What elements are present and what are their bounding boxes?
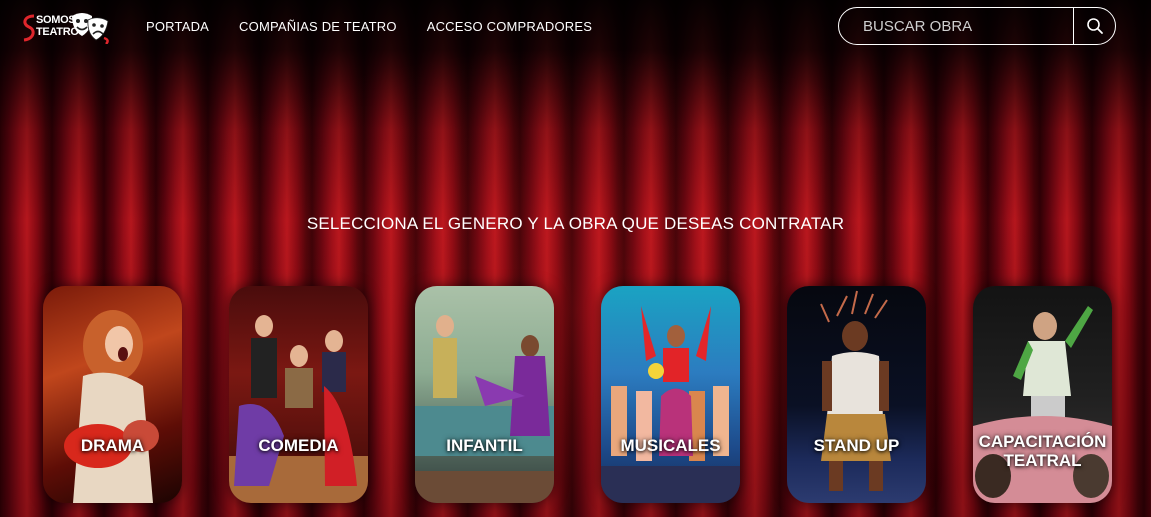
infantil-photo bbox=[415, 315, 554, 503]
genre-card-stand-up[interactable]: STAND UP bbox=[787, 286, 926, 503]
nav-link-portada[interactable]: PORTADA bbox=[146, 19, 209, 34]
genre-label: STAND UP bbox=[813, 436, 900, 455]
somos-teatro-logo[interactable]: SOMOS TEATRO bbox=[20, 10, 112, 44]
genre-label: COMEDIA bbox=[258, 436, 339, 455]
top-navigation-bar: SOMOS TEATRO PORTADA COMPAÑIAS DE TEATRO… bbox=[0, 0, 1151, 54]
musicales-photo bbox=[601, 306, 740, 503]
genre-label: CAPACITACIÓN TEATRAL bbox=[978, 432, 1107, 470]
theatre-masks-icon bbox=[72, 13, 109, 44]
genre-label: DRAMA bbox=[80, 436, 145, 455]
nav-link-acceso-compradores[interactable]: ACCESO COMPRADORES bbox=[427, 19, 592, 34]
drama-photo bbox=[64, 310, 159, 503]
search-box bbox=[838, 7, 1116, 45]
genre-card-infantil[interactable]: INFANTIL bbox=[415, 286, 554, 503]
capacitacion-teatral-photo bbox=[973, 306, 1112, 503]
genre-card-drama[interactable]: DRAMA bbox=[43, 286, 182, 503]
search-icon bbox=[1086, 18, 1103, 34]
genre-card-musicales[interactable]: MUSICALES bbox=[601, 286, 740, 503]
search-button[interactable] bbox=[1073, 8, 1115, 44]
genre-label: INFANTIL bbox=[446, 436, 523, 455]
nav-link-companias[interactable]: COMPAÑIAS DE TEATRO bbox=[239, 19, 397, 34]
genre-card-comedia[interactable]: COMEDIA bbox=[229, 286, 368, 503]
stand-up-photo bbox=[820, 290, 891, 491]
genre-label: MUSICALES bbox=[620, 436, 721, 455]
comedia-photo bbox=[229, 315, 368, 503]
main-nav: PORTADA COMPAÑIAS DE TEATRO ACCESO COMPR… bbox=[146, 19, 592, 34]
genre-card-capacitacion-teatral[interactable]: CAPACITACIÓN TEATRAL bbox=[973, 286, 1112, 503]
page-headline: SELECCIONA EL GENERO Y LA OBRA QUE DESEA… bbox=[306, 214, 845, 233]
search-input[interactable] bbox=[839, 8, 1073, 44]
